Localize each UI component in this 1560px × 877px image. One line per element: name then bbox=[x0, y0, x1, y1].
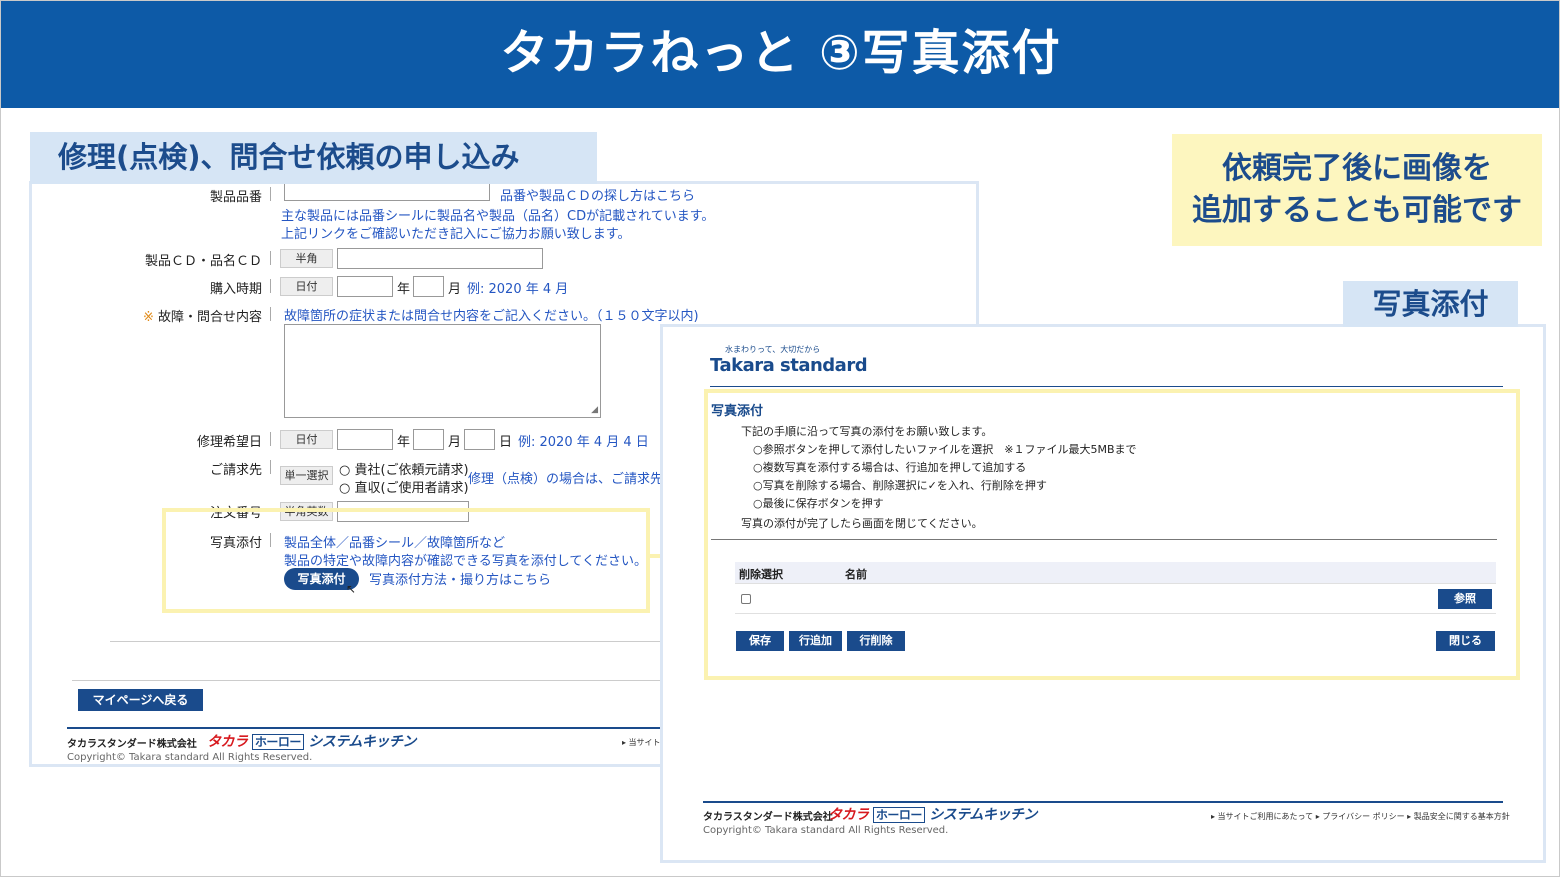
photo-attach-window: 水まわりって、大切だから Takara standard 写真添付 下記の手順に… bbox=[660, 324, 1546, 863]
product-cd-input[interactable] bbox=[337, 248, 543, 269]
purchase-year-input[interactable] bbox=[337, 276, 393, 297]
product-cd-label: 製品ＣＤ・品名ＣＤ bbox=[144, 254, 262, 269]
billing-option-2[interactable]: ○ 直収(ご使用者請求) bbox=[339, 477, 469, 496]
delete-checkbox[interactable] bbox=[741, 594, 751, 604]
divider bbox=[72, 680, 672, 681]
slide-header: タカラねっと ③写真添付 bbox=[1, 1, 1559, 108]
billing-option-2-label: 直収(ご使用者請求) bbox=[354, 481, 469, 496]
repair-day-input[interactable] bbox=[464, 429, 495, 450]
popup-title: 写真添付 bbox=[711, 404, 764, 419]
popup-step: ○最後に保存ボタンを押す bbox=[753, 497, 884, 510]
repair-year-input[interactable] bbox=[337, 429, 393, 450]
section-label: 修理(点検)、問合せ依頼の申し込み bbox=[30, 132, 597, 184]
year-unit: 年 bbox=[397, 435, 411, 450]
brand-logo: タカラ ホーロー システムキッチン bbox=[828, 804, 1037, 824]
add-row-button[interactable]: 行追加 bbox=[789, 631, 842, 651]
repair-month-input[interactable] bbox=[413, 429, 444, 450]
divider bbox=[270, 432, 271, 446]
product-no-label: 製品品番 bbox=[209, 190, 262, 205]
brand-takara: タカラ bbox=[207, 734, 248, 750]
brand-horo: ホーロー bbox=[251, 734, 304, 750]
close-button[interactable]: 閉じる bbox=[1436, 631, 1495, 651]
tagline: 水まわりって、大切だから bbox=[725, 345, 821, 354]
divider bbox=[110, 641, 670, 642]
popup-step: ○参照ボタンを押して添付したいファイルを選択 ※１ファイル最大5MBまで bbox=[753, 443, 1137, 456]
issue-label: ※ 故障・問合せ内容 bbox=[32, 306, 262, 325]
product-no-input[interactable] bbox=[284, 184, 490, 201]
product-no-help-link[interactable]: 品番や製品ＣＤの探し方はこちら bbox=[500, 185, 695, 204]
purchase-label: 購入時期 bbox=[209, 282, 262, 297]
footer-rule bbox=[703, 801, 1503, 803]
popup-closing: 写真の添付が完了したら画面を閉じてください。 bbox=[741, 517, 983, 530]
year-unit: 年 bbox=[397, 282, 411, 297]
issue-textarea[interactable]: ◢ bbox=[284, 324, 601, 418]
billing-option-1[interactable]: ○ 貴社(ご依頼元請求) bbox=[339, 459, 469, 478]
popup-step: ○複数写真を添付する場合は、行追加を押して追加する bbox=[753, 461, 1027, 474]
col-name: 名前 bbox=[845, 568, 867, 581]
issue-hint: 故障箇所の症状または問合せ内容をご記入ください。（１５０文字以内) bbox=[284, 309, 699, 324]
billing-label: ご請求先 bbox=[209, 463, 262, 478]
browse-button[interactable]: 参照 bbox=[1438, 589, 1492, 609]
note-box: 依頼完了後に画像を 追加することも可能です bbox=[1172, 134, 1542, 246]
copyright: Copyright© Takara standard All Rights Re… bbox=[67, 752, 313, 763]
copyright: Copyright© Takara standard All Rights Re… bbox=[703, 825, 949, 836]
month-unit: 月 bbox=[448, 282, 462, 297]
purchase-example: 例: 2020 年 4 月 bbox=[467, 282, 569, 297]
brand-horo: ホーロー bbox=[872, 807, 925, 823]
popup-intro: 下記の手順に沿って写真の添付をお願い致します。 bbox=[741, 425, 993, 438]
billing-option-1-label: 貴社(ご依頼元請求) bbox=[354, 463, 469, 478]
divider bbox=[270, 187, 271, 201]
takara-logo: Takara standard bbox=[710, 355, 868, 376]
save-button[interactable]: 保存 bbox=[736, 631, 784, 651]
slide-title: タカラねっと ③写真添付 bbox=[500, 25, 1062, 81]
date-tag: 日付 bbox=[280, 430, 333, 449]
note-line-1: 依頼完了後に画像を bbox=[1222, 151, 1492, 186]
product-no-note-2: 上記リンクをご確認いただき記入にご協力お願い致します。 bbox=[281, 227, 631, 242]
required-mark: ※ bbox=[142, 310, 154, 325]
divider bbox=[270, 251, 271, 265]
billing-note: 修理（点検）の場合は、ご請求先を bbox=[468, 472, 677, 487]
day-unit: 日 bbox=[499, 435, 513, 450]
divider bbox=[711, 539, 1497, 540]
issue-label-text: 故障・問合せ内容 bbox=[157, 310, 262, 325]
delete-row-button[interactable]: 行削除 bbox=[847, 631, 905, 651]
repair-date-label: 修理希望日 bbox=[196, 435, 262, 450]
brand-kitchen: システムキッチン bbox=[308, 734, 416, 750]
brand-kitchen: システムキッチン bbox=[929, 807, 1037, 823]
divider bbox=[270, 460, 271, 474]
col-delete-select: 削除選択 bbox=[739, 568, 783, 581]
brand-logo: タカラ ホーロー システムキッチン bbox=[207, 731, 416, 751]
divider bbox=[735, 613, 1496, 614]
single-select-tag: 単一選択 bbox=[280, 466, 333, 485]
product-no-note-1: 主な製品には品番シールに製品名や製品（品名）CDが記載されています。 bbox=[281, 209, 715, 224]
purchase-month-input[interactable] bbox=[413, 276, 444, 297]
month-unit: 月 bbox=[448, 435, 462, 450]
resize-grip-icon[interactable]: ◢ bbox=[591, 405, 598, 415]
date-tag: 日付 bbox=[280, 277, 333, 296]
company-name: タカラスタンダード株式会社 bbox=[67, 739, 197, 750]
repair-date-example: 例: 2020 年 4 月 4 日 bbox=[518, 435, 649, 450]
popup-step: ○写真を削除する場合、削除選択に✓を入れ、行削除を押す bbox=[753, 479, 1047, 492]
table-header: 削除選択 名前 bbox=[735, 562, 1496, 583]
half-width-tag: 半角 bbox=[280, 249, 333, 268]
divider bbox=[270, 307, 271, 321]
slide: タカラねっと ③写真添付 修理(点検)、問合せ依頼の申し込み 依頼完了後に画像を… bbox=[0, 0, 1560, 877]
photo-highlight-frame bbox=[162, 508, 650, 613]
mypage-back-button[interactable]: マイページへ戻る bbox=[78, 689, 203, 711]
divider bbox=[270, 279, 271, 293]
photo-attach-label: 写真添付 bbox=[1343, 281, 1518, 327]
note-line-2: 追加することも可能です bbox=[1192, 193, 1522, 228]
footer-links[interactable]: ▸ 当サイトご利用にあたって ▸ プライバシー ポリシー ▸ 製品安全に関する基… bbox=[1211, 811, 1510, 822]
footer-rule bbox=[67, 727, 687, 729]
divider bbox=[735, 583, 1496, 584]
divider bbox=[710, 386, 1503, 387]
brand-takara: タカラ bbox=[828, 807, 869, 823]
company-name: タカラスタンダード株式会社 bbox=[703, 812, 833, 823]
footer-links[interactable]: ▸ 当サイト bbox=[622, 737, 661, 748]
